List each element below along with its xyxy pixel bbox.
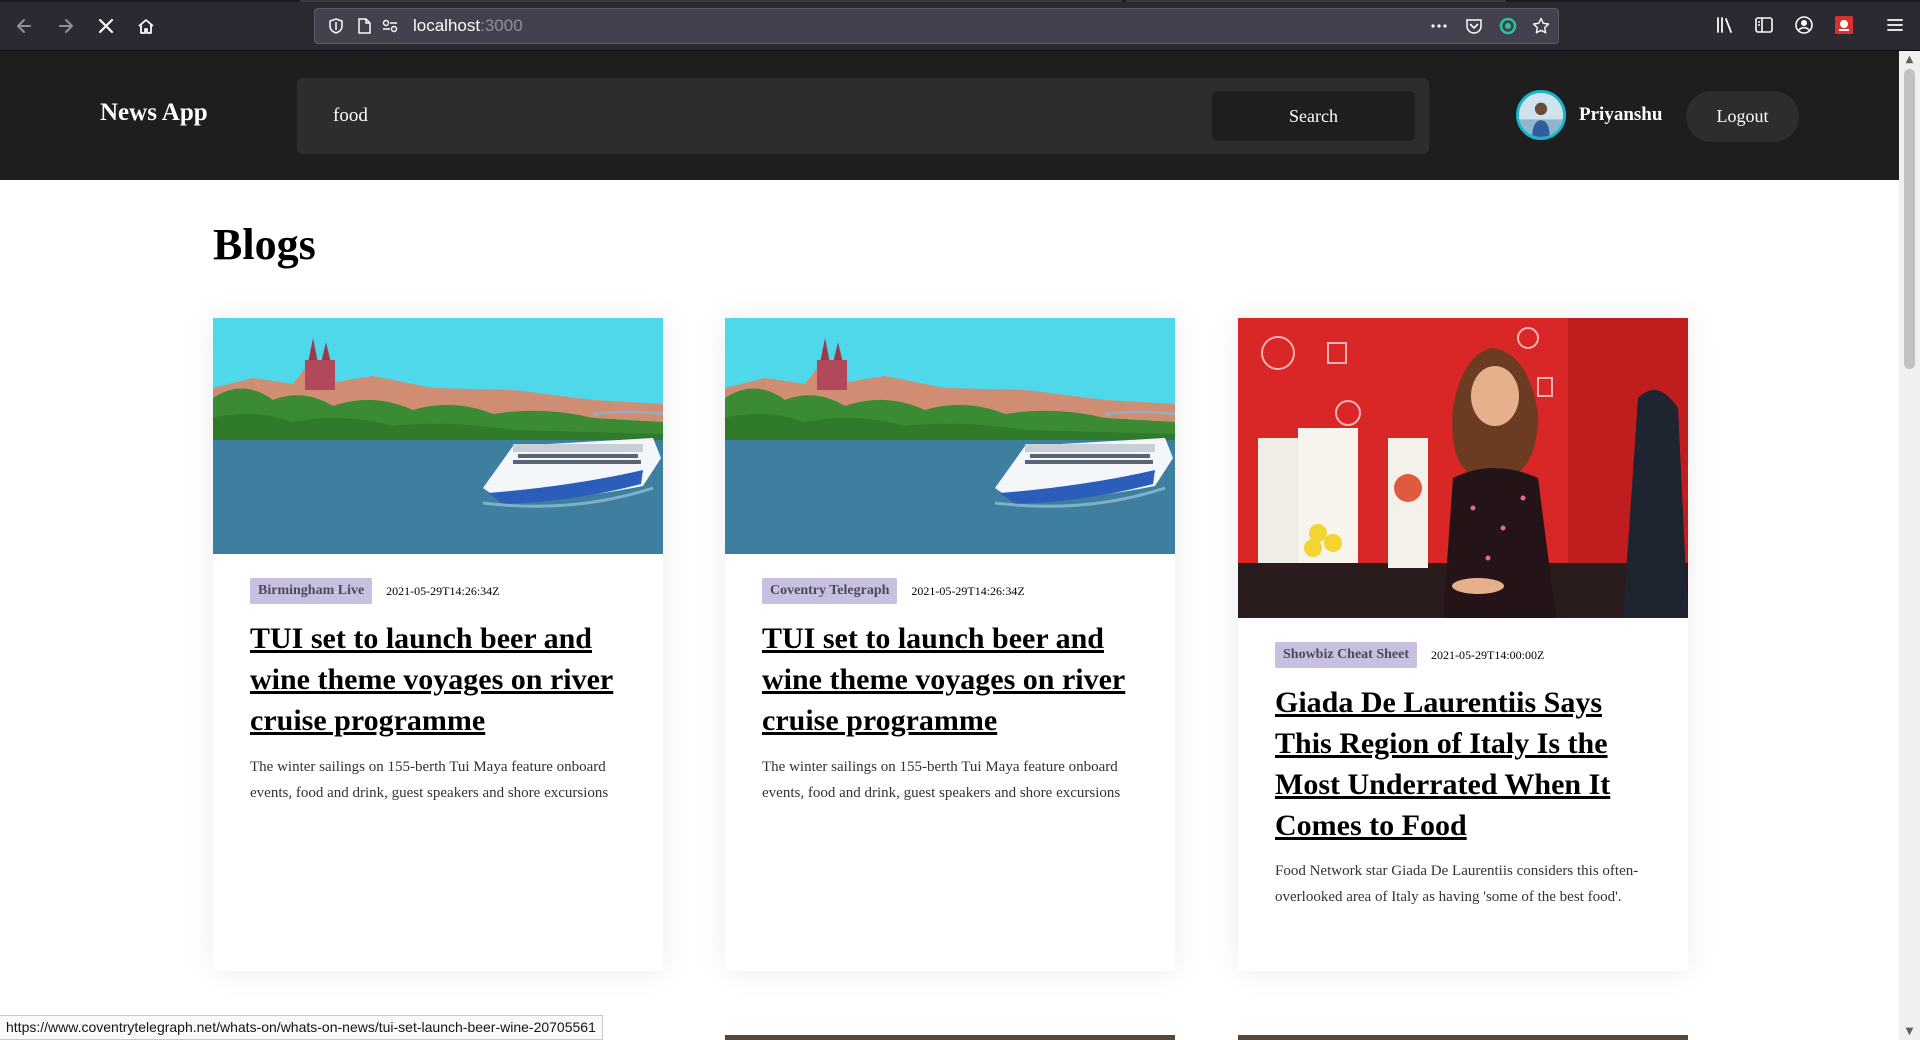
source-badge: Showbiz Cheat Sheet [1275,642,1418,668]
article-description: The winter sailings on 155-berth Tui May… [762,759,1121,801]
source-badge: Birmingham Live [250,578,373,604]
next-article-image-edge [725,1035,1175,1040]
logout-button[interactable]: Logout [1686,91,1799,142]
scroll-up-icon[interactable]: ▲ [1904,54,1915,65]
article-card[interactable]: Birmingham Live 2021-05-29T14:26:34Z TUI… [213,318,663,971]
article-meta: Coventry Telegraph 2021-05-29T14:26:34Z [762,578,1025,604]
site-permissions-icon[interactable] [381,17,399,35]
search-button[interactable]: Search [1212,91,1415,141]
publish-date: 2021-05-29T14:26:34Z [386,583,500,598]
browser-toolbar: localhost:3000 [0,0,1920,51]
river-cruise-image [213,318,663,554]
extension-icon[interactable] [1833,14,1855,36]
url-port: :3000 [480,16,523,35]
home-icon[interactable] [130,10,162,42]
url-text[interactable]: localhost:3000 [413,16,523,36]
back-icon[interactable] [8,10,40,42]
page-icon[interactable] [355,17,373,35]
tab-strip [0,0,1920,2]
more-actions-icon[interactable] [1430,17,1448,35]
article-image[interactable] [213,318,663,554]
username: Priyanshu [1579,104,1663,125]
extension-ring-icon[interactable] [1499,17,1517,35]
bookmark-star-icon[interactable] [1532,17,1550,35]
address-bar[interactable]: localhost:3000 [314,8,1559,44]
article-title-link[interactable]: TUI set to launch beer and wine theme vo… [250,618,640,741]
forward-icon[interactable] [50,10,82,42]
app-header: News App Search Priyanshu Logout [0,51,1899,180]
publish-date: 2021-05-29T14:26:34Z [911,583,1025,598]
link-status-bar: https://www.coventrytelegraph.net/whats-… [0,1015,603,1040]
pocket-icon[interactable] [1465,17,1483,35]
menu-icon[interactable] [1885,14,1907,36]
url-host: localhost [413,16,481,35]
article-meta: Showbiz Cheat Sheet 2021-05-29T14:00:00Z [1275,642,1544,668]
article-meta: Birmingham Live 2021-05-29T14:26:34Z [250,578,500,604]
avatar[interactable] [1516,90,1566,140]
library-icon[interactable] [1714,14,1736,36]
article-image[interactable] [725,318,1175,554]
article-description: Food Network star Giada De Laurentiis co… [1275,863,1639,905]
article-description: The winter sailings on 155-berth Tui May… [250,759,609,801]
article-card[interactable]: Coventry Telegraph 2021-05-29T14:26:34Z … [725,318,1175,971]
scrollbar-thumb[interactable] [1904,69,1915,369]
stop-loading-icon[interactable] [90,10,122,42]
brand-logo[interactable]: News App [100,99,208,127]
river-cruise-image [725,318,1175,554]
page-title: Blogs [213,220,316,269]
next-article-image-edge [1238,1035,1688,1040]
sidebar-icon[interactable] [1753,14,1775,36]
chef-portrait-image [1238,318,1688,618]
shield-icon[interactable] [327,17,345,35]
publish-date: 2021-05-29T14:00:00Z [1431,647,1545,662]
page-scrollbar[interactable]: ▲ ▼ [1899,51,1920,1040]
article-title-link[interactable]: TUI set to launch beer and wine theme vo… [762,618,1152,741]
article-card[interactable]: Showbiz Cheat Sheet 2021-05-29T14:00:00Z… [1238,318,1688,971]
scroll-down-icon[interactable]: ▼ [1904,1026,1915,1037]
source-badge: Coventry Telegraph [762,578,898,604]
account-icon[interactable] [1793,14,1815,36]
search-input[interactable] [323,96,1183,136]
article-image[interactable] [1238,318,1688,618]
article-title-link[interactable]: Giada De Laurentiis Says This Region of … [1275,682,1665,846]
search-bar: Search [297,78,1429,154]
